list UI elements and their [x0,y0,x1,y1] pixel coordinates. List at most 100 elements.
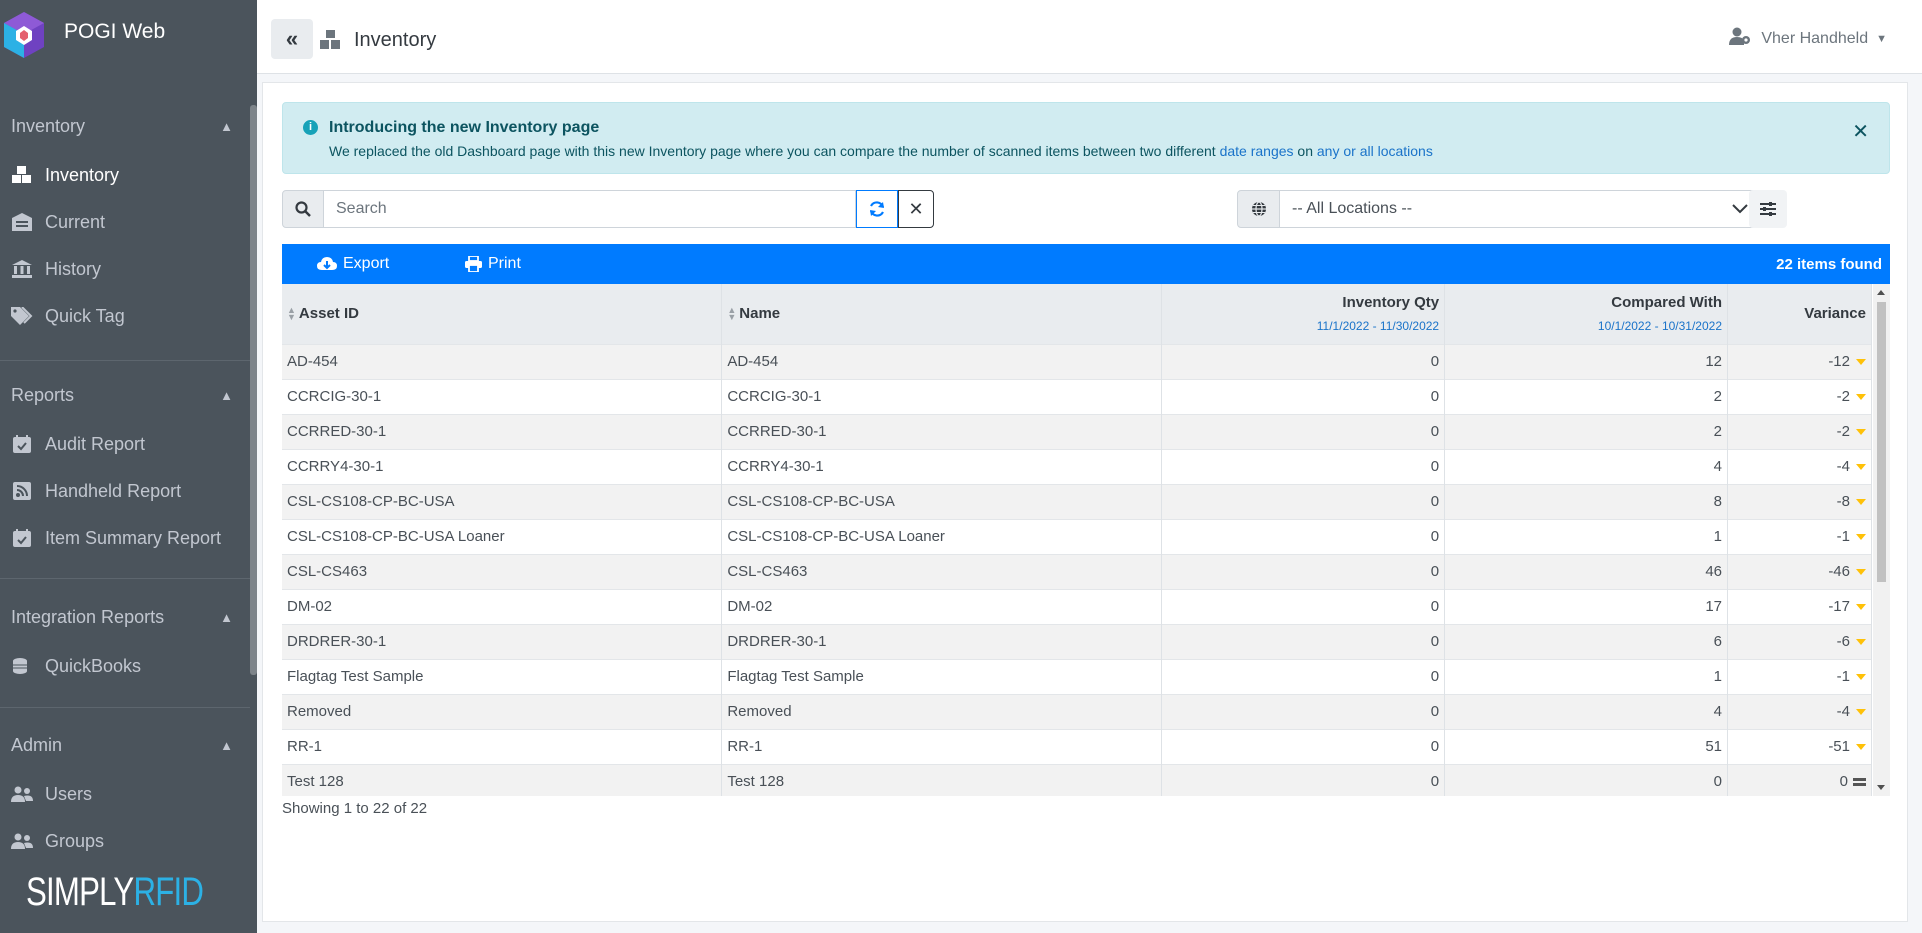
cell-compared-with-value: 1 [1713,528,1722,545]
table-row[interactable]: Removed Removed 0 4 -4 [282,693,1872,729]
search-input[interactable]: Search [324,190,856,228]
table-row[interactable]: AD-454 AD-454 0 12 -12 [282,343,1872,379]
locations-link[interactable]: any or all locations [1317,143,1433,159]
sidebar-item-quickbooks[interactable]: QuickBooks [11,646,247,686]
table-scrollbar[interactable] [1873,284,1890,796]
sidebar-item-label: QuickBooks [45,655,142,676]
cell-variance-value: -51 [1828,738,1850,755]
table-row[interactable]: CSL-CS108-CP-BC-USA Loaner CSL-CS108-CP-B… [282,518,1872,554]
logo-icon [4,12,44,58]
table-row[interactable]: CCRCIG-30-1 CCRCIG-30-1 0 2 -2 [282,378,1872,414]
sidebar-scrollbar[interactable] [250,105,257,675]
cell-variance: -2 [1727,378,1872,414]
cell-asset-id-value: CCRCIG-30-1 [287,388,382,405]
cell-asset-id: Flagtag Test Sample [282,658,723,694]
alert-body: We replaced the old Dashboard page with … [329,143,1433,159]
cell-asset-id: CSL-CS463 [282,553,723,589]
column-header-name[interactable]: ▲ ▼ Name [721,284,1163,344]
caret-down-icon [1856,499,1866,506]
table-row[interactable]: DM-02 DM-02 0 17 -17 [282,588,1872,624]
date-ranges-link[interactable]: date ranges [1220,143,1294,159]
table-row[interactable]: RR-1 RR-1 0 51 -51 [282,728,1872,764]
sidebar-item-quick-tag[interactable]: Quick Tag [11,296,247,336]
chevron-up-icon: ▲ [220,610,233,625]
sidebar-item-handheld-report[interactable]: Handheld Report [11,471,247,511]
sidebar-item-label: Inventory [45,164,120,185]
compared-date-range[interactable]: 10/1/2022 - 10/31/2022 [1450,319,1722,333]
alert-title: Introducing the new Inventory page [329,119,600,136]
sidebar-item-groups[interactable]: Groups [11,821,247,861]
clear-search-button[interactable]: ✕ [898,190,934,228]
cell-asset-id: RR-1 [282,728,723,764]
cell-name: CSL-CS463 [721,553,1163,589]
cell-compared-with-value: 17 [1705,598,1722,615]
scroll-up-arrow[interactable] [1877,290,1885,295]
info-circle-icon: i [303,120,318,135]
nav-header-admin[interactable]: Admin ▲ [11,735,237,756]
table-row[interactable]: CSL-CS463 CSL-CS463 0 46 -46 [282,553,1872,589]
sidebar-item-item-summary-report[interactable]: Item Summary Report [11,518,247,558]
double-chevron-left-icon: « [285,26,299,51]
cell-name-value: Removed [727,703,792,720]
table-row[interactable]: Flagtag Test Sample Flagtag Test Sample 0 1… [282,658,1872,694]
location-select[interactable]: -- All Locations -- [1280,190,1761,228]
cell-compared-with-value: 2 [1713,423,1722,440]
sidebar-item-inventory[interactable]: Inventory [11,155,247,195]
cell-asset-id-value: CSL-CS108-CP-BC-USA [287,493,455,510]
export-button[interactable]: Export [317,255,389,273]
sidebar-item-audit-report[interactable]: Audit Report [11,424,247,464]
column-header-inventory-qty[interactable]: Inventory Qty 11/1/2022 - 11/30/2022 [1161,284,1446,344]
table-row[interactable]: CCRRY4-30-1 CCRRY4-30-1 0 4 -4 [282,448,1872,484]
table-row[interactable]: Test 128 Test 128 0 0 0 [282,763,1872,796]
cell-compared-with: 17 [1444,588,1728,624]
table-row[interactable]: CCRRED-30-1 CCRRED-30-1 0 2 -2 [282,413,1872,449]
cell-asset-id: DRDRER-30-1 [282,623,723,659]
users-icon [11,784,33,804]
scroll-down-arrow[interactable] [1877,785,1885,790]
print-button[interactable]: Print [465,255,521,273]
inventory-date-range[interactable]: 11/1/2022 - 11/30/2022 [1167,319,1439,333]
cell-asset-id-value: DM-02 [287,598,333,615]
user-menu[interactable]: Vher Handheld ▼ [1729,27,1887,50]
column-header-variance[interactable]: Variance [1727,284,1872,344]
header-label: Name [739,305,781,323]
refresh-button[interactable] [856,190,898,228]
sidebar-item-users[interactable]: Users [11,774,247,814]
cell-name: RR-1 [721,728,1163,764]
nav-header-integration-reports[interactable]: Integration Reports ▲ [11,607,237,628]
cell-compared-with-value: 6 [1713,633,1722,650]
nav-header-reports[interactable]: Reports ▲ [11,385,237,406]
cell-name-value: Test 128 [727,773,785,791]
cell-inventory-qty: 0 [1161,623,1446,659]
column-header-compared-with[interactable]: Compared With 10/1/2022 - 10/31/2022 [1444,284,1728,344]
print-icon [465,256,482,272]
cell-name: Flagtag Test Sample [721,658,1163,694]
column-header-asset-id[interactable]: ▲ ▼ Asset ID [282,284,723,344]
header-label: Asset ID [298,305,359,323]
cell-asset-id-value: Flagtag Test Sample [287,668,424,685]
cell-variance-value: -1 [1836,668,1850,685]
brand[interactable]: POGI Web [0,0,257,68]
table-row[interactable]: CSL-CS108-CP-BC-USA CSL-CS108-CP-BC-USA 0 8… [282,483,1872,519]
cell-asset-id-value: RR-1 [287,738,323,755]
sidebar-item-current[interactable]: Current [11,202,247,242]
nav-header-inventory[interactable]: Inventory ▲ [11,116,237,137]
cell-name-value: CSL-CS108-CP-BC-USA [727,493,895,510]
cell-inventory-qty: 0 [1161,553,1446,589]
table-row[interactable]: DRDRER-30-1 DRDRER-30-1 0 6 -6 [282,623,1872,659]
filter-settings-button[interactable] [1749,190,1787,228]
globe-icon [1237,190,1280,228]
cell-variance-value: -1 [1836,528,1850,545]
cell-compared-with: 6 [1444,623,1728,659]
close-icon[interactable]: ✕ [1852,119,1869,144]
cell-compared-with: 4 [1444,693,1728,729]
cell-compared-with-value: 12 [1705,353,1722,370]
brand-name: POGI Web [64,20,166,43]
cell-inventory-qty-value: 0 [1430,738,1440,755]
cell-variance: -8 [1727,483,1872,519]
cell-asset-id-value: CCRRY4-30-1 [287,458,384,475]
scrollbar-thumb[interactable] [1877,302,1886,582]
cell-compared-with: 1 [1444,658,1728,694]
collapse-sidebar-button[interactable]: « [271,19,313,59]
sidebar-item-history[interactable]: History [11,249,247,289]
